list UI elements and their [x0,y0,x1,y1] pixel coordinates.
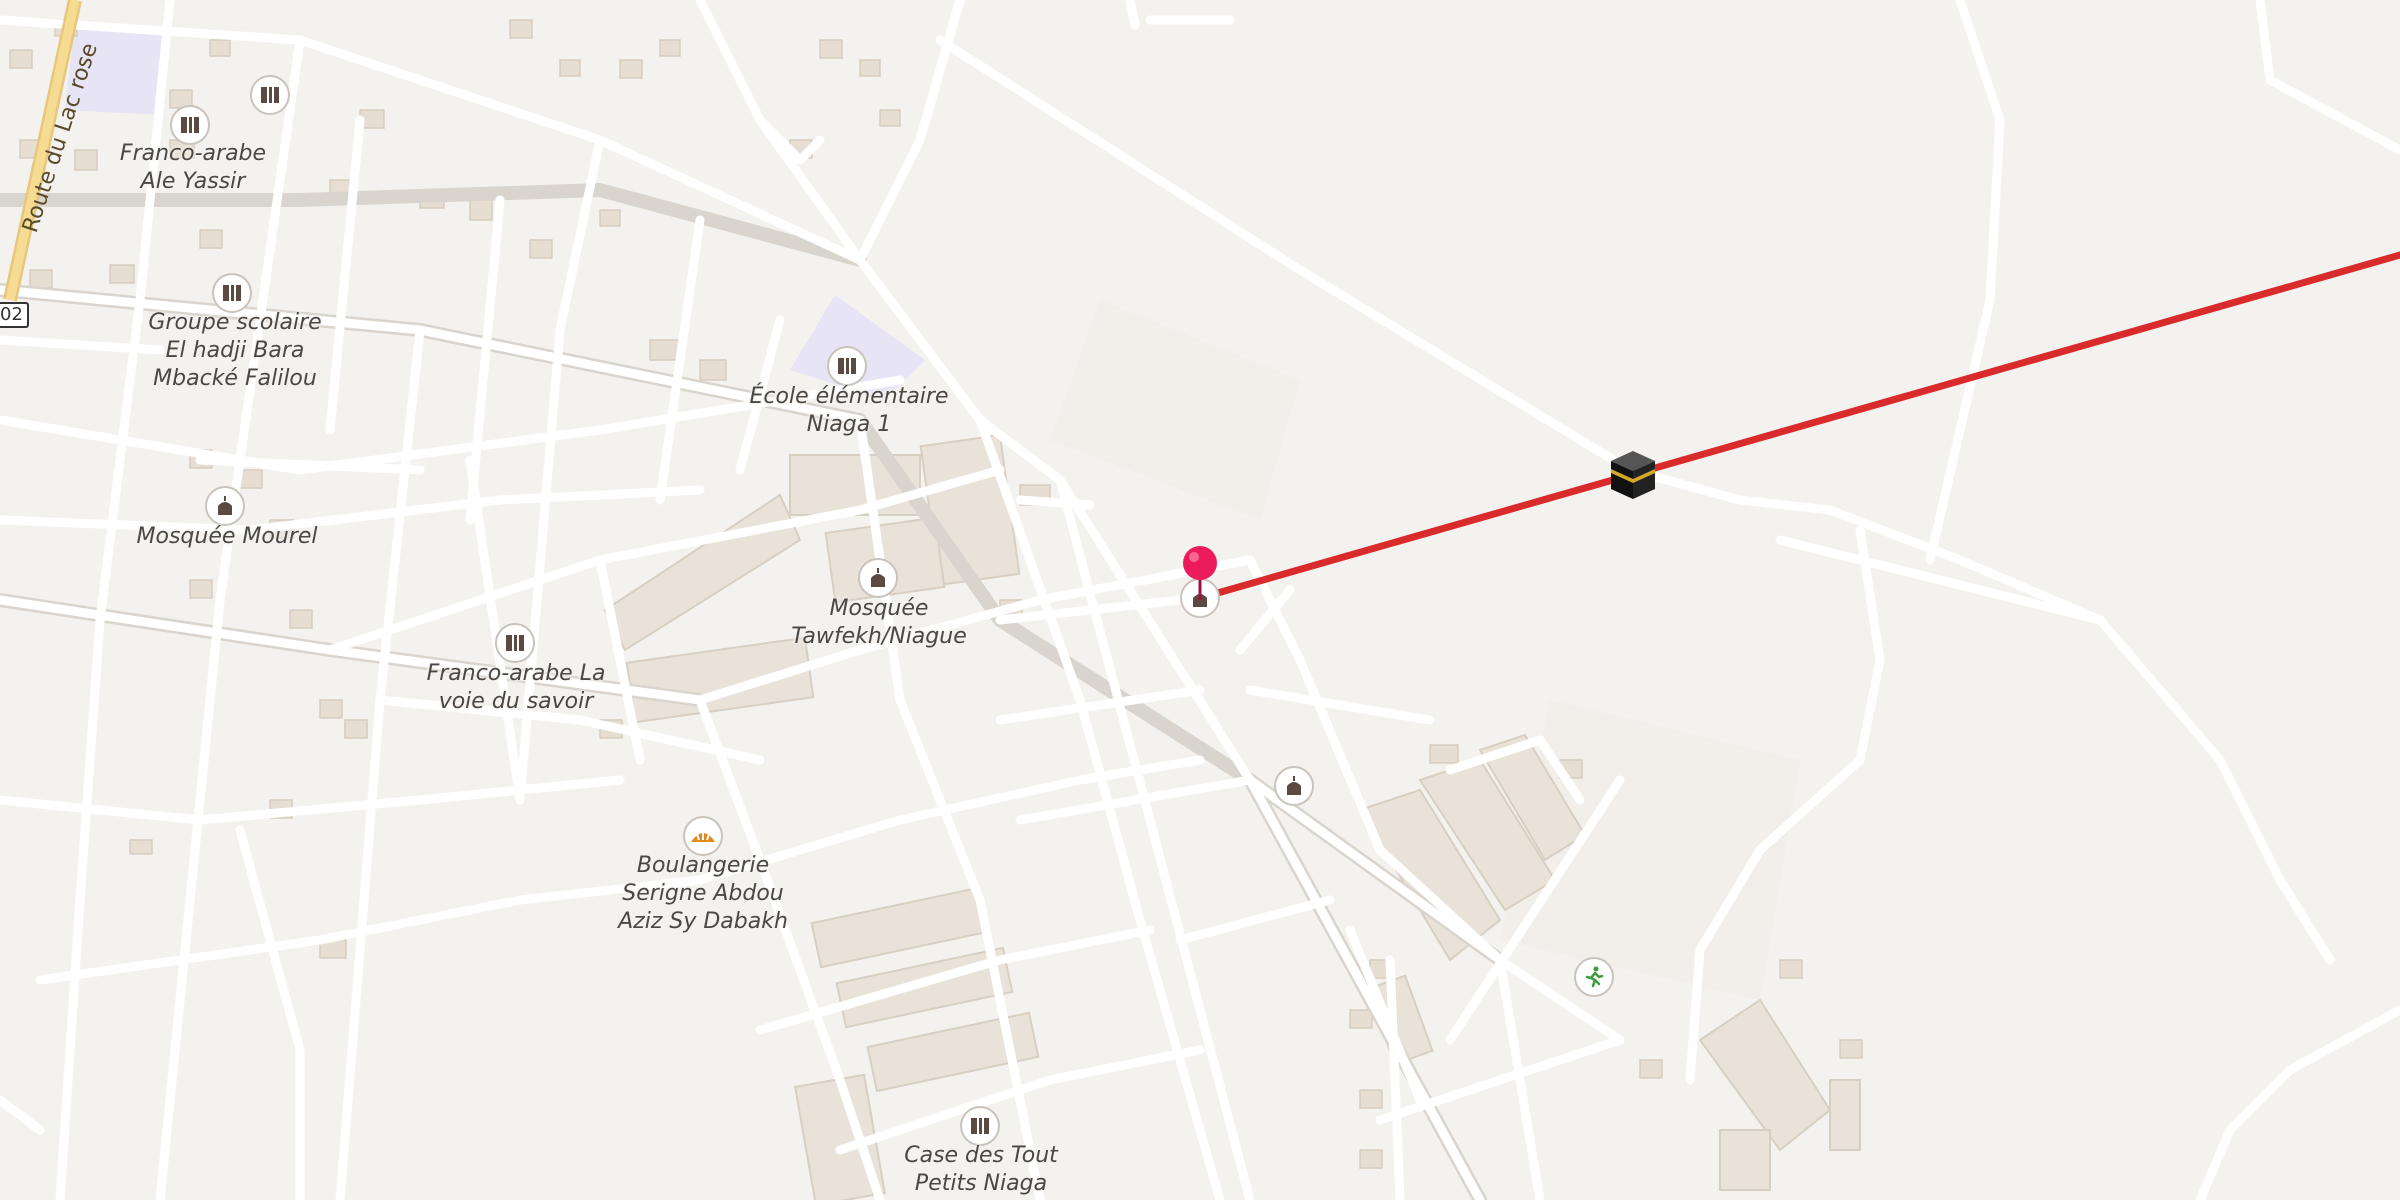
poi-label: Franco-arabe La voie du savoir [426,661,606,714]
poi-label: Groupe scolaire El hadji Bara Mbacké Falil… [148,310,322,391]
school-icon[interactable] [827,346,867,386]
running-icon[interactable] [1574,957,1614,997]
poi-label: Case des Tout Petits Niaga [904,1143,1058,1196]
school-icon[interactable] [250,75,290,115]
mosque-icon[interactable] [205,486,245,526]
location-pin-icon[interactable] [1181,544,1219,600]
mosque-icon[interactable] [1274,766,1314,806]
school-icon[interactable] [960,1106,1000,1146]
poi-label: Franco-arabe Ale Yassir [119,141,267,194]
road-ref-badge: 02 [0,302,29,328]
map-canvas[interactable]: Route du Lac rose 02 Franco-arabe Ale Ya… [0,0,2400,1200]
school-icon[interactable] [170,105,210,145]
poi-label: Mosquée Tawfekh/Niague [791,596,967,649]
poi-label: Mosquée Mourel [136,524,318,549]
poi-label: École élémentaire Niaga 1 [749,384,949,437]
school-icon[interactable] [212,273,252,313]
mosque-icon[interactable] [858,558,898,598]
poi-label: Boulangerie Serigne Abdou Aziz Sy Dabakh [618,853,788,934]
kaaba-icon[interactable] [1605,447,1661,503]
school-icon[interactable] [495,623,535,663]
bakery-icon[interactable] [683,816,723,856]
